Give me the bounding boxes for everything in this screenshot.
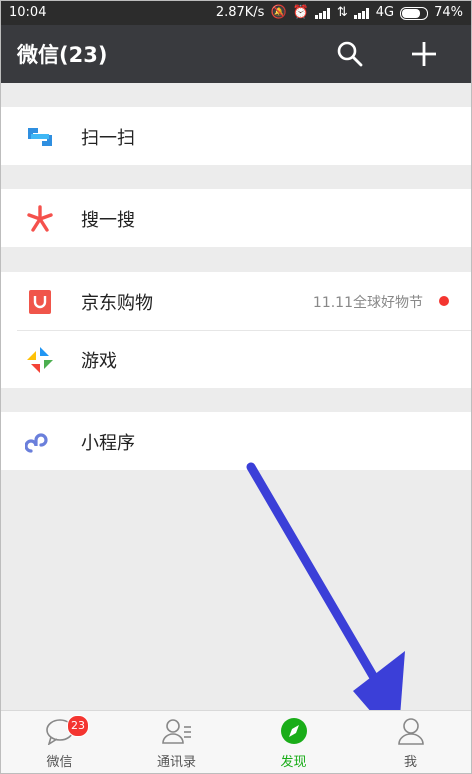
mini-program-icon (25, 433, 48, 453)
tab-discover[interactable]: 发现 (235, 711, 352, 773)
promo-text: 11.11全球好物节 (312, 295, 423, 311)
search-icon[interactable] (335, 39, 365, 69)
section-shopping-games: 京东购物 11.11全球好物节 游戏 (1, 272, 471, 388)
network-speed: 2.87K/s (215, 5, 265, 20)
app-frame: 10:04 2.87K/s 🔕 ⏰ ⇅ 4G 74% 微信(23) 扫一扫 搜一… (0, 0, 472, 774)
person-icon (398, 718, 424, 745)
section-scan: 扫一扫 (1, 107, 471, 165)
list-item-label: 扫一扫 (81, 128, 135, 149)
list-item-search[interactable]: 搜一搜 (1, 189, 471, 247)
unread-badge: 23 (67, 715, 89, 737)
data-arrows-icon: ⇅ (336, 5, 348, 20)
compass-icon (281, 718, 307, 744)
scan-icon (28, 128, 52, 146)
list-item-games[interactable]: 游戏 (1, 330, 471, 388)
status-time: 10:04 (9, 5, 47, 20)
signal-icon (314, 7, 331, 19)
list-item-label: 小程序 (81, 433, 135, 454)
tab-me[interactable]: 我 (352, 711, 469, 773)
tab-contacts[interactable]: 通讯录 (118, 711, 235, 773)
bottom-tab-bar: 23 微信 通讯录 发现 我 (1, 710, 471, 773)
red-dot-badge (439, 296, 449, 306)
tab-label: 我 (403, 755, 417, 770)
alarm-icon: ⏰ (292, 5, 309, 20)
mute-icon: 🔕 (270, 5, 287, 20)
list-item-jd-shopping[interactable]: 京东购物 11.11全球好物节 (1, 272, 471, 330)
page-title: 微信(23) (17, 43, 108, 67)
section-search: 搜一搜 (1, 189, 471, 247)
section-mini-programs: 小程序 (1, 412, 471, 470)
list-item-scan[interactable]: 扫一扫 (1, 107, 471, 165)
tab-label: 发现 (280, 755, 307, 770)
games-icon (27, 347, 53, 373)
list-item-label: 游戏 (81, 351, 117, 372)
status-bar: 10:04 2.87K/s 🔕 ⏰ ⇅ 4G 74% (1, 1, 471, 25)
battery-icon (400, 6, 429, 20)
title-bar: 微信(23) (1, 25, 471, 83)
list-item-mini-programs[interactable]: 小程序 (1, 412, 471, 470)
status-right: 2.87K/s 🔕 ⏰ ⇅ 4G 74% (216, 1, 463, 25)
battery-level: 74% (434, 5, 463, 20)
tab-label: 微信 (46, 755, 73, 770)
list-item-label: 搜一搜 (81, 210, 135, 231)
contacts-icon (162, 719, 191, 744)
search-star-icon (27, 205, 53, 232)
add-icon[interactable] (409, 39, 439, 69)
list-item-label: 京东购物 (81, 293, 153, 314)
tab-chats[interactable]: 23 微信 (1, 711, 118, 773)
signal-icon-2 (353, 7, 370, 19)
network-type: 4G (375, 5, 395, 20)
tab-label: 通讯录 (156, 755, 196, 770)
shopping-bag-icon (29, 290, 51, 314)
